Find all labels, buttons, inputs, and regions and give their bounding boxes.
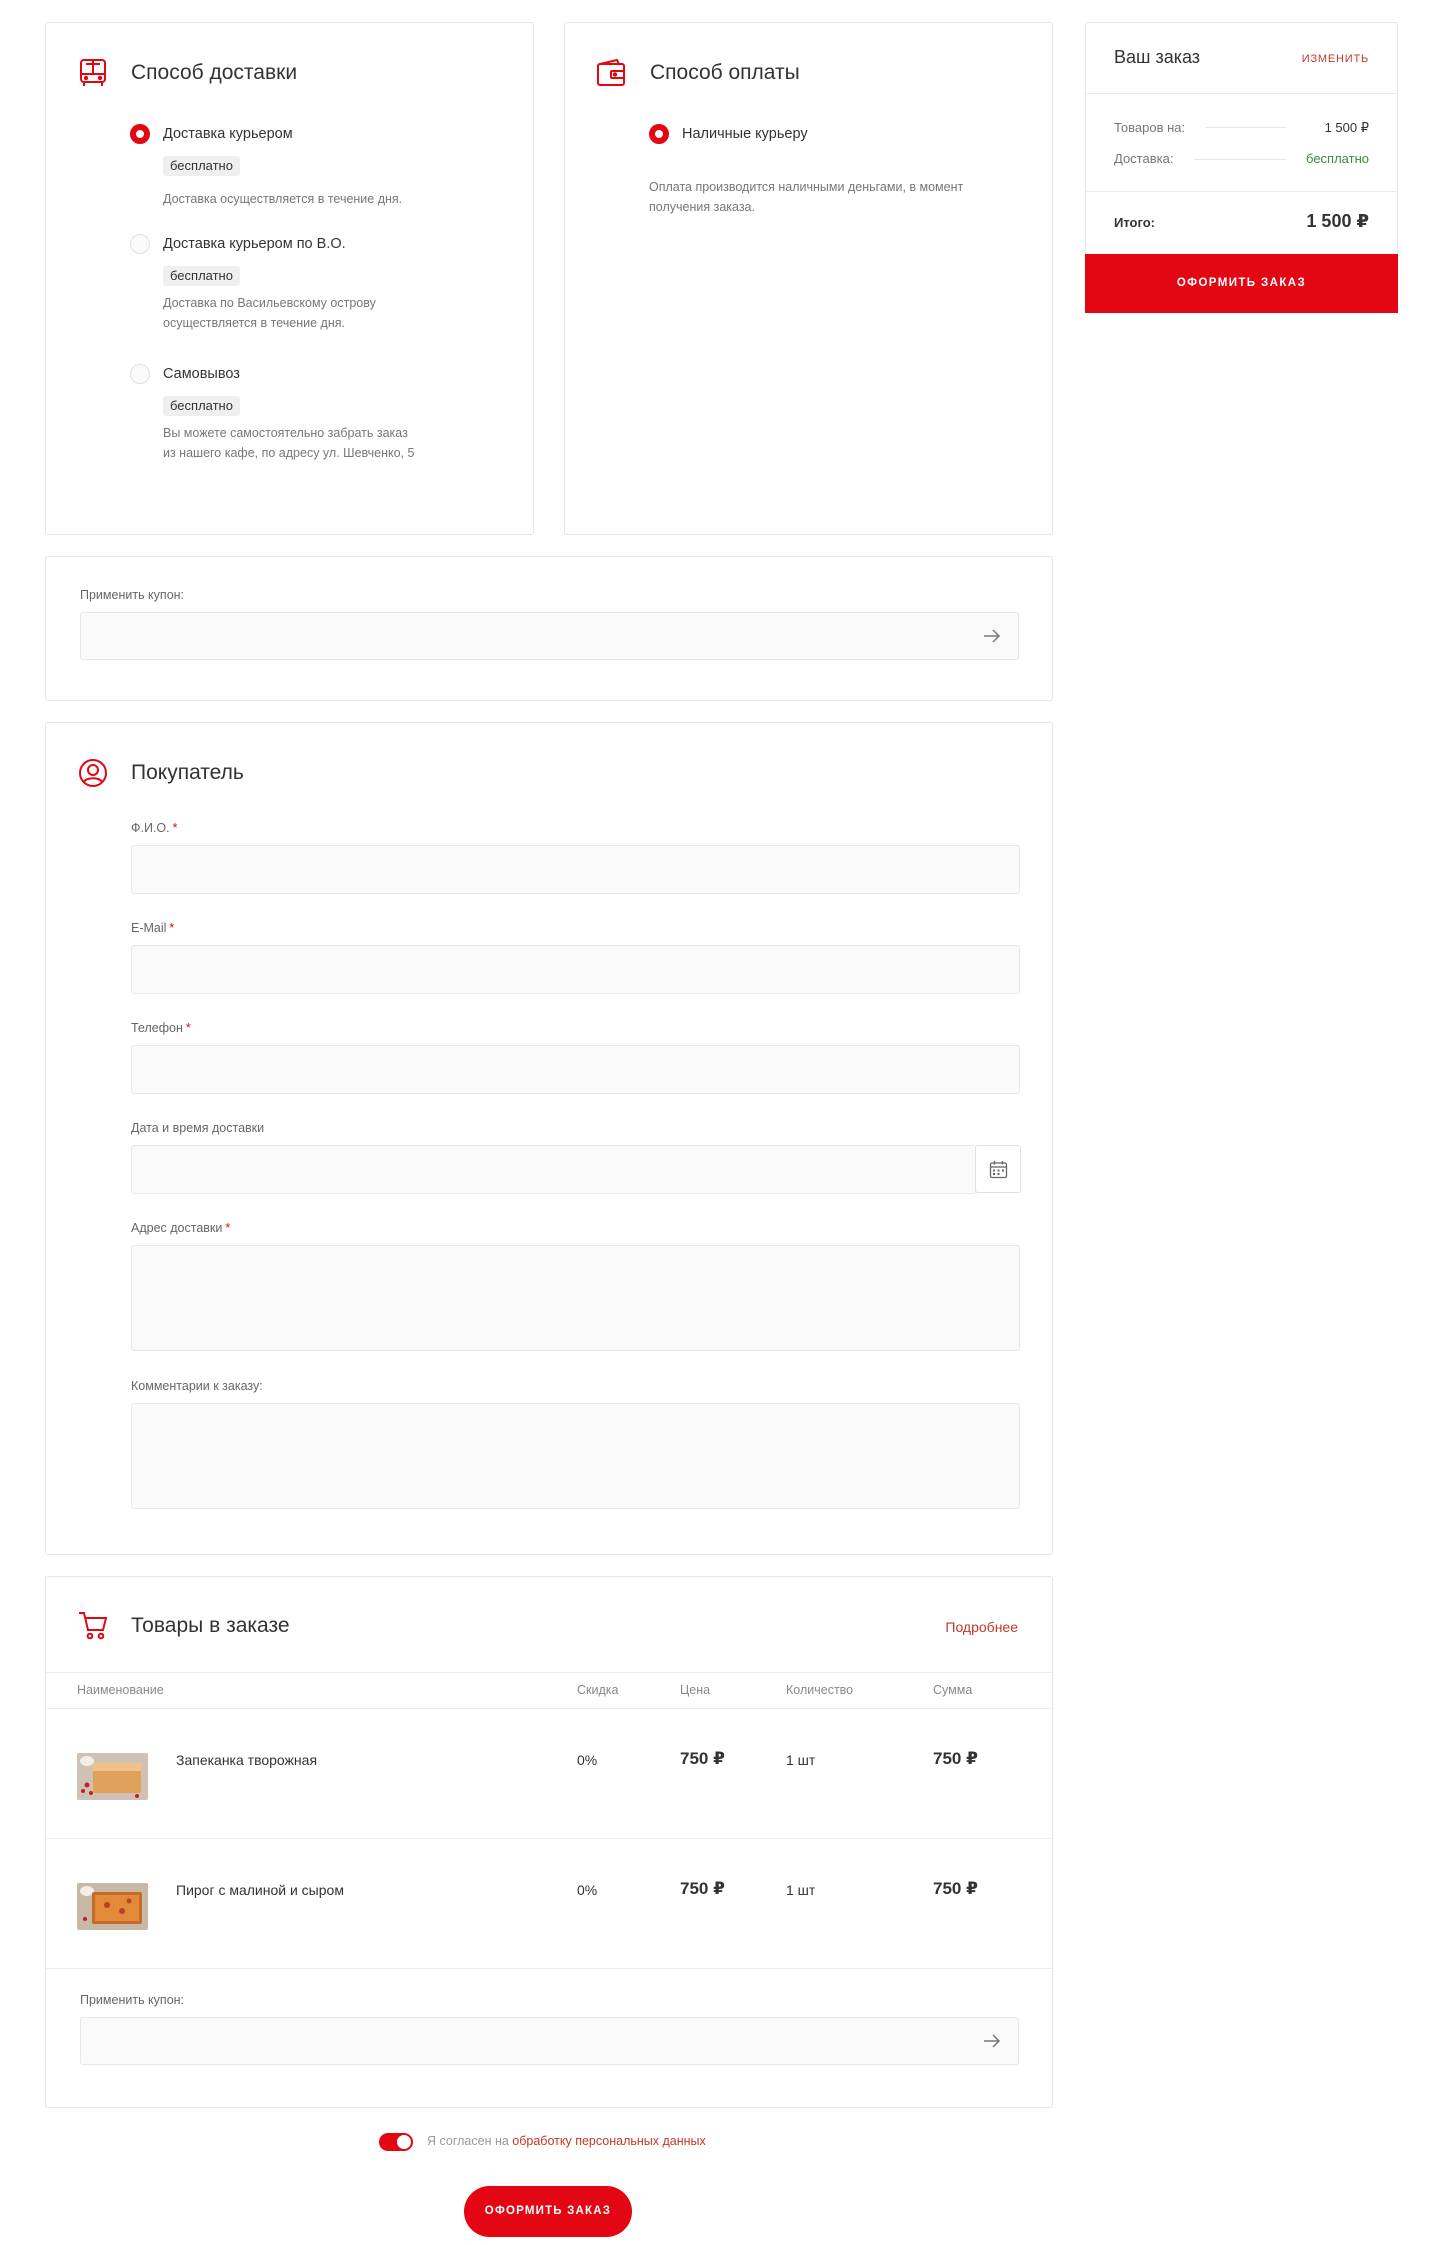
items-title: Товары в заказе: [131, 1614, 290, 1637]
phone-input[interactable]: [131, 1045, 1020, 1094]
order-summary: Ваш заказ ИЗМЕНИТЬ Товаров на: 1 500 ₽ Д…: [1085, 22, 1398, 313]
delivery-option-desc: Доставка по Васильевскому острову осущес…: [163, 296, 376, 330]
coupon-label: Применить купон:: [80, 588, 185, 602]
total-label: Итого:: [1114, 215, 1155, 230]
place-order-button[interactable]: ОФОРМИТЬ ЗАКАЗ: [1085, 254, 1398, 313]
divider: [46, 1708, 1052, 1709]
field-label-phone: Телефон *: [131, 1021, 191, 1035]
product-name[interactable]: Запеканка творожная: [176, 1752, 317, 1768]
calendar-icon: [989, 1161, 1008, 1179]
product-discount: 0%: [577, 1882, 598, 1898]
col-price: Цена: [680, 1683, 711, 1697]
field-label-fio: Ф.И.О. *: [131, 821, 178, 835]
coupon-input[interactable]: [80, 2017, 1019, 2065]
comment-textarea[interactable]: [131, 1403, 1020, 1509]
summary-edit-link[interactable]: ИЗМЕНИТЬ: [1302, 53, 1369, 65]
consent-link[interactable]: обработку персональных данных: [512, 2134, 705, 2148]
total-value: 1 500 ₽: [1306, 211, 1369, 231]
product-sum: 750 ₽: [933, 1749, 978, 1768]
cart-icon: [79, 1612, 108, 1640]
buyer-title: Покупатель: [131, 761, 244, 784]
product-qty: 1 шт: [786, 1752, 816, 1768]
fio-input[interactable]: [131, 845, 1020, 894]
delivery-badge: бесплатно: [163, 266, 240, 286]
field-label-address: Адрес доставки *: [131, 1221, 231, 1235]
consent-toggle[interactable]: [379, 2133, 413, 2151]
delivery-option-label[interactable]: Доставка курьером: [163, 126, 293, 142]
datetime-input[interactable]: [131, 1145, 976, 1194]
product-discount: 0%: [577, 1752, 598, 1768]
goods-value: 1 500 ₽: [1324, 120, 1369, 135]
col-name: Наименование: [77, 1683, 164, 1697]
delivery-title: Способ доставки: [131, 61, 298, 84]
delivery-label: Доставка:: [1114, 151, 1174, 166]
dotted-leader: [1206, 127, 1287, 128]
calendar-button[interactable]: [975, 1145, 1021, 1193]
dotted-leader: [1194, 159, 1287, 160]
submit-order-button[interactable]: ОФОРМИТЬ ЗАКАЗ: [464, 2186, 632, 2237]
col-sum: Сумма: [933, 1683, 973, 1697]
payment-radio-cash[interactable]: [649, 124, 669, 144]
delivery-radio-vo[interactable]: [130, 234, 150, 254]
product-qty: 1 шт: [786, 1882, 816, 1898]
items-card: Товары в заказе Подробнее Наименование С…: [45, 1576, 1053, 2108]
product-price: 750 ₽: [680, 1879, 725, 1898]
arrow-right-icon[interactable]: [982, 629, 1002, 643]
divider: [46, 1838, 1052, 1839]
product-price: 750 ₽: [680, 1749, 725, 1768]
email-input[interactable]: [131, 945, 1020, 994]
product-sum: 750 ₽: [933, 1879, 978, 1898]
payment-title: Способ оплаты: [650, 61, 800, 84]
payment-desc: Оплата производится наличными деньгами, …: [649, 180, 964, 214]
delivery-option-label[interactable]: Самовывоз: [163, 366, 240, 382]
consent-text: Я согласен на обработку персональных дан…: [427, 2134, 706, 2148]
product-image[interactable]: [77, 1753, 148, 1800]
coupon-label: Применить купон:: [80, 1993, 185, 2007]
items-more-link[interactable]: Подробнее: [945, 1619, 1018, 1635]
payment-option-label[interactable]: Наличные курьеру: [682, 126, 808, 142]
delivery-value: бесплатно: [1306, 151, 1369, 166]
product-name[interactable]: Пирог с малиной и сыром: [176, 1882, 344, 1898]
payment-card: Способ оплаты Наличные курьеру Оплата пр…: [564, 22, 1053, 535]
field-label-comment: Комментарии к заказу:: [131, 1379, 263, 1393]
field-label-email: E-Mail *: [131, 921, 175, 935]
delivery-radio-courier[interactable]: [130, 124, 150, 144]
delivery-radio-pickup[interactable]: [130, 364, 150, 384]
goods-label: Товаров на:: [1114, 120, 1186, 135]
user-icon: [79, 759, 107, 787]
field-label-datetime: Дата и время доставки: [131, 1121, 265, 1135]
delivery-card: Способ доставки Доставка курьером беспла…: [45, 22, 534, 535]
product-image[interactable]: [77, 1883, 148, 1930]
delivery-option-label[interactable]: Доставка курьером по В.О.: [163, 236, 346, 252]
col-discount: Скидка: [577, 1683, 619, 1697]
coupon-input[interactable]: [80, 612, 1019, 660]
arrow-right-icon[interactable]: [982, 2034, 1002, 2048]
divider: [46, 1672, 1052, 1673]
delivery-badge: бесплатно: [163, 396, 240, 416]
delivery-badge: бесплатно: [163, 156, 240, 176]
divider: [46, 1968, 1052, 1969]
buyer-card: Покупатель Ф.И.О. * E-Mail * Телефон * Дата…: [45, 722, 1053, 1555]
wallet-icon: [597, 58, 625, 86]
delivery-option-desc: Доставка осуществляется в течение дня.: [163, 192, 403, 206]
delivery-option-desc: Вы можете самостоятельно забрать заказ и…: [163, 426, 415, 460]
toggle-knob: [397, 2135, 411, 2149]
col-qty: Количество: [786, 1683, 854, 1697]
address-textarea[interactable]: [131, 1245, 1020, 1351]
divider: [1086, 93, 1397, 94]
coupon-card: Применить купон:: [45, 556, 1053, 701]
summary-title: Ваш заказ: [1114, 47, 1201, 67]
divider: [1086, 191, 1397, 192]
bus-icon: [80, 59, 106, 86]
